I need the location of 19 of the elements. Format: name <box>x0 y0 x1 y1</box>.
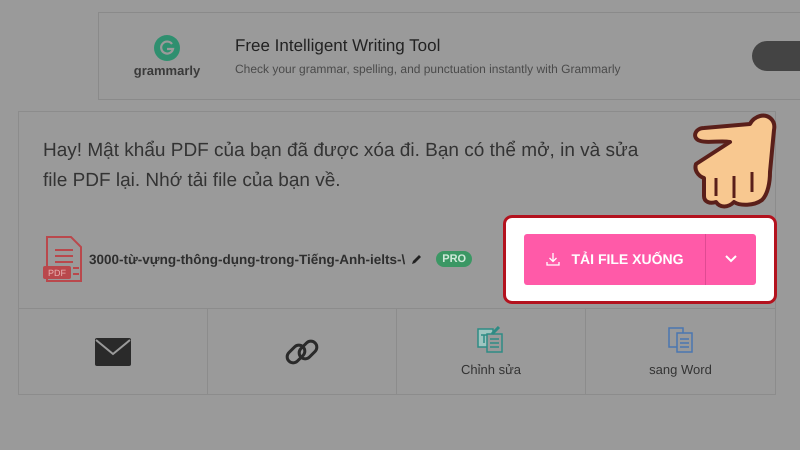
action-button[interactable]: Chỉnh sửa <box>397 309 586 394</box>
banner-pill[interactable] <box>752 41 800 71</box>
action-button[interactable]: sang Word <box>586 309 775 394</box>
banner-subtitle: Check your grammar, spelling, and punctuation instantly with Grammarly <box>235 62 620 76</box>
banner-title: Free Intelligent Writing Tool <box>235 36 442 56</box>
pdf-label: PDF <box>48 268 66 278</box>
ad-banner[interactable]: grammarly Free Intelligent Writing Tool Check your grammar, spelling, and punctuation instantly with Grammarly <box>98 12 800 100</box>
success-message: Hay! Mật khẩu PDF của bạn đã được xóa đi. Bạn có thể mở, in và sửa file PDF lại. Nhớ tải file của bạn về. <box>43 139 640 193</box>
caret-icon <box>725 255 737 263</box>
pencil-icon[interactable] <box>411 254 422 264</box>
pro-badge: PRO <box>436 251 472 267</box>
brand-name: grammarly <box>134 62 200 78</box>
download-icon <box>546 252 560 266</box>
logo-icon <box>154 34 180 60</box>
file-name: 3000-từ-vựng-thông-dụng-trong-Tiếng-Anh-ielts-\ <box>89 252 406 266</box>
documents-icon <box>666 326 694 354</box>
envelope-icon <box>95 338 131 366</box>
pointing-hand-icon <box>690 112 778 210</box>
edit-document-icon <box>477 326 505 354</box>
